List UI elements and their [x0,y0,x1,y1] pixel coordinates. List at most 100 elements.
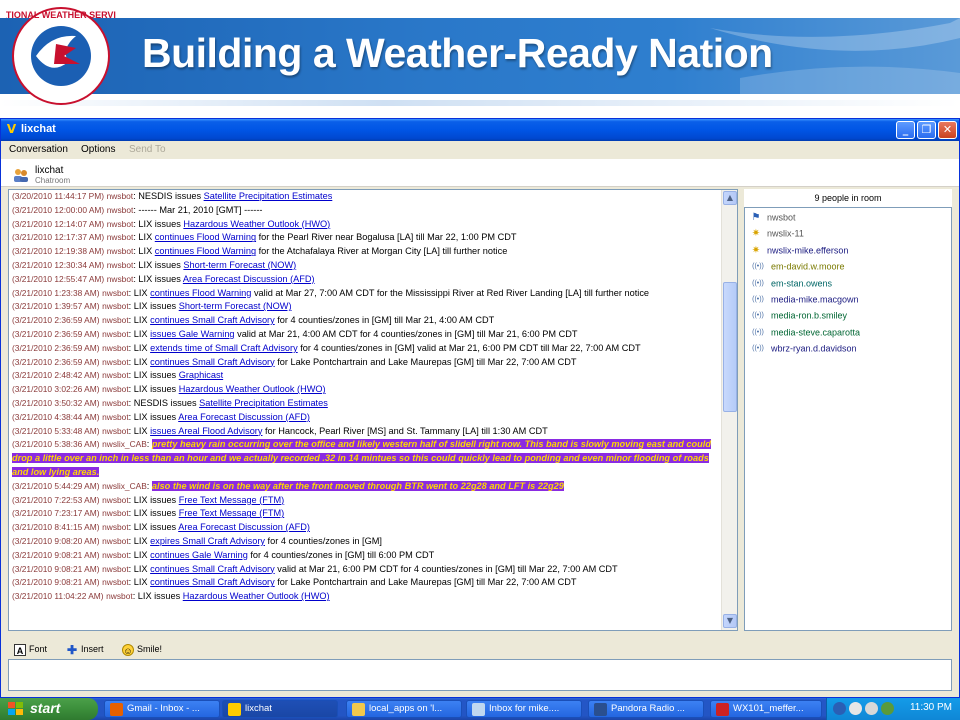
message-user: nwsbot [106,259,134,270]
chat-message: (3/21/2010 12:00:00 AM) nwsbot: ------ M… [12,204,263,215]
product-link[interactable]: Satellite Precipitation Estimates [199,398,328,408]
message-text: LIX [138,246,155,257]
message-text-suffix: valid at Mar 21, 6:00 PM CDT for 4 count… [274,563,618,574]
chat-log[interactable]: (3/20/2010 11:44:17 PM) nwsbot: NESDIS i… [8,189,738,631]
task-button[interactable]: Inbox for mike.... [466,700,582,718]
menu-conversation[interactable]: Conversation [9,144,68,155]
taskbar: start Gmail - Inbox - ... lixchat local_ap… [0,698,960,720]
person-item[interactable]: ((•)) em-stan.owens [749,278,832,293]
product-link[interactable]: Free Text Message (FTM) [179,495,285,505]
window-titlebar[interactable]: V lixchat _ ❐ ✕ [1,119,959,141]
font-button[interactable]: A Font [14,641,47,657]
chat-message: (3/21/2010 7:23:17 AM) nwsbot: LIX issue… [12,508,285,519]
product-link[interactable]: continues Flood Warning [155,232,256,242]
message-compose-area[interactable] [8,659,952,691]
message-timestamp: (3/21/2010 2:36:59 AM) [12,342,100,353]
insert-icon: ✚ [66,642,78,657]
person-item[interactable]: ((•)) media-mike.macgown [749,294,858,309]
product-link[interactable]: Area Forecast Discussion (AFD) [178,412,310,422]
chat-message: (3/21/2010 5:38:36 AM) nwslix_CAB: prett… [12,439,711,477]
product-link[interactable]: Short-term Forecast (NOW) [183,260,296,270]
scroll-down-button[interactable]: ▼ [723,614,737,628]
minimize-button[interactable]: _ [896,121,915,139]
scroll-up-button[interactable]: ▲ [723,191,737,205]
banner-underline [0,100,960,106]
message-timestamp: (3/21/2010 2:48:42 AM) [12,370,100,381]
product-link[interactable]: issues Areal Flood Advisory [150,426,262,436]
product-link[interactable]: Area Forecast Discussion (AFD) [183,274,315,284]
message-text: LIX [133,342,151,353]
message-text: LIX issues [133,370,179,381]
product-link[interactable]: Free Text Message (FTM) [179,508,285,518]
task-button[interactable]: WX101_meffer... [710,700,822,718]
chat-scrollbar[interactable]: ▲ ▼ [721,190,737,630]
start-button[interactable]: start [0,698,98,720]
task-button[interactable]: Gmail - Inbox - ... [104,700,220,718]
product-link[interactable]: continues Gale Warning [150,550,248,560]
person-item[interactable]: ((•)) em-david.w.moore [749,261,844,276]
message-text: ------ Mar 21, 2010 [GMT] ------ [138,204,263,215]
person-item[interactable]: ((•)) wbrz-ryan.d.davidson [749,343,857,358]
message-user: nwsbot [106,591,133,602]
product-link[interactable]: Hazardous Weather Outlook (HWO) [179,384,326,394]
product-link[interactable]: issues Gale Warning [150,329,234,339]
task-label: Pandora Radio ... [611,703,685,714]
product-link[interactable]: continues Small Craft Advisory [150,315,275,325]
message-text: LIX [133,535,151,546]
person-item[interactable]: ((•)) media-ron.b.smiley [749,310,847,325]
menu-options[interactable]: Options [81,144,115,155]
message-text: LIX [133,577,151,588]
chat-message: (3/21/2010 9:08:21 AM) nwsbot: LIX conti… [12,549,435,560]
task-button[interactable]: Pandora Radio ... [588,700,704,718]
product-link[interactable]: expires Small Craft Advisory [150,536,265,546]
product-link[interactable]: Short-term Forecast (NOW) [179,301,292,311]
product-link[interactable]: Area Forecast Discussion (AFD) [178,522,310,532]
person-item[interactable]: ⚑ nwsbot [749,212,796,227]
message-text: LIX [133,549,151,560]
tray-security-icon[interactable] [849,702,862,715]
firefox-icon [110,703,123,716]
product-link[interactable]: continues Flood Warning [155,246,256,256]
close-button[interactable]: ✕ [938,121,957,139]
task-button[interactable]: local_apps on 'l... [346,700,462,718]
product-link[interactable]: continues Flood Warning [150,288,251,298]
message-user: nwsbot [102,411,129,422]
pandora-icon [594,703,607,716]
person-name: wbrz-ryan.d.davidson [771,343,857,354]
product-link[interactable]: Hazardous Weather Outlook (HWO) [183,591,330,601]
smile-button[interactable]: ☺ Smile! [122,641,162,657]
chat-lines: (3/20/2010 11:44:17 PM) nwsbot: NESDIS i… [12,190,718,604]
product-link[interactable]: Graphicast [179,370,223,380]
task-button[interactable]: lixchat [222,700,338,718]
signal-icon: ((•)) [752,296,764,303]
mail-icon [472,703,485,716]
product-link[interactable]: extends time of Small Craft Advisory [150,343,298,353]
product-link[interactable]: Hazardous Weather Outlook (HWO) [183,219,330,229]
signal-icon: ((•)) [752,328,764,336]
tray-volume-icon[interactable] [865,702,878,715]
product-link[interactable]: Satellite Precipitation Estimates [204,191,333,201]
product-link[interactable]: continues Small Craft Advisory [150,357,275,367]
message-text: LIX [133,315,151,326]
chat-message: (3/21/2010 1:23:38 AM) nwsbot: LIX conti… [12,287,650,298]
person-item[interactable]: ✷ nwslix-11 [749,228,804,243]
tray-app-icon[interactable] [881,702,894,715]
message-text-suffix: for 4 counties/zones in [GM] till Mar 21… [274,315,495,326]
message-user: nwsbot [102,384,129,395]
windows-flag-icon [8,702,23,715]
person-name: em-stan.owens [771,277,833,288]
nws-logo-icon: NATIONAL WEATHER SERVICE [6,7,116,105]
tray-network-icon[interactable] [833,702,846,715]
product-link[interactable]: continues Small Craft Advisory [150,577,275,587]
maximize-button[interactable]: ❐ [917,121,936,139]
message-text-suffix: for 4 counties/zones in [GM] till 6:00 P… [247,549,435,560]
chat-message: (3/21/2010 2:36:59 AM) nwsbot: LIX conti… [12,315,495,326]
message-input[interactable] [11,662,947,688]
insert-button[interactable]: ✚ Insert [66,641,104,657]
person-item[interactable]: ((•)) media-steve.caparotta [749,327,860,342]
person-name: media-steve.caparotta [771,327,861,338]
product-link[interactable]: continues Small Craft Advisory [150,564,275,574]
scroll-thumb[interactable] [723,282,737,412]
person-item[interactable]: ✷ nwslix-mike.efferson [749,245,849,260]
person-name: nwslix-11 [767,228,804,239]
